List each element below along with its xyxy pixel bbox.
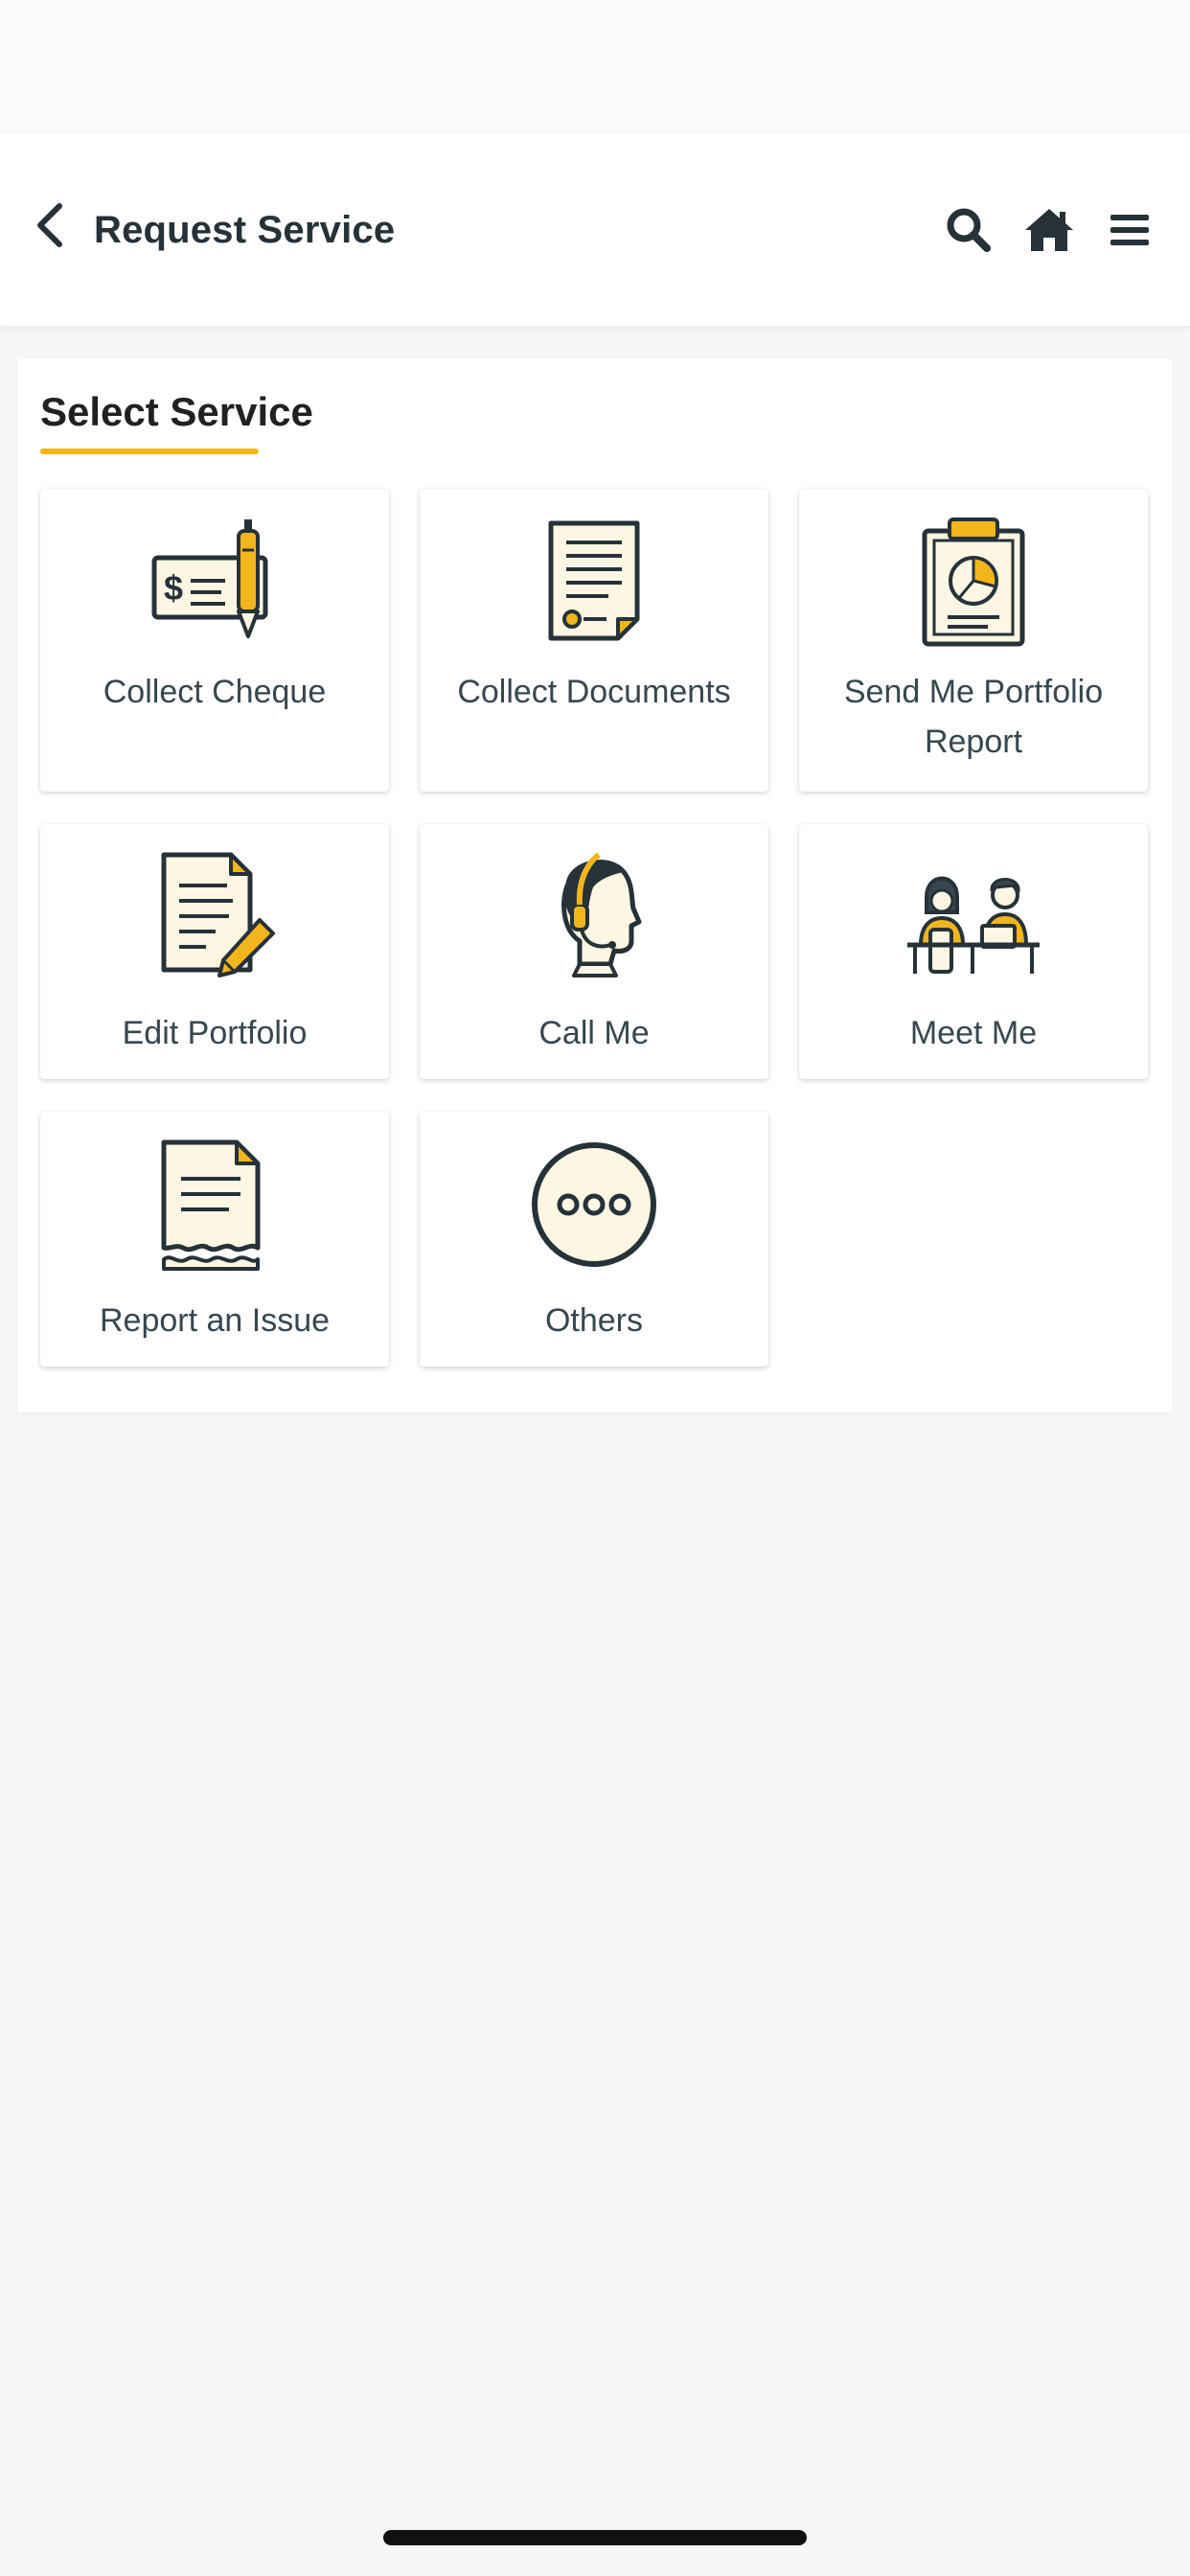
more-dots-icon [532, 1142, 656, 1267]
hamburger-menu-icon [1110, 215, 1149, 245]
service-label: Report an Issue [99, 1302, 331, 1339]
service-label: Call Me [538, 1015, 650, 1051]
page-title: Request Service [94, 209, 396, 251]
service-tile-meet-me[interactable]: Meet Me [799, 824, 1148, 1079]
service-tile-portfolio-report[interactable]: Send Me Portfolio Report [799, 489, 1148, 792]
service-tile-collect-cheque[interactable]: $ Collect Cheque [40, 489, 389, 792]
section-underline [40, 448, 259, 454]
service-label: Collect Documents [457, 674, 731, 710]
service-label: Collect Cheque [103, 674, 327, 710]
search-button[interactable] [943, 204, 995, 256]
torn-paper-icon [161, 1139, 261, 1271]
service-tile-edit-portfolio[interactable]: Edit Portfolio [40, 824, 389, 1079]
section-title: Select Service [40, 389, 313, 434]
select-service-panel: Select Service $ Collect Cheque Collect … [17, 358, 1173, 1413]
service-tile-report-issue[interactable]: Report an Issue [40, 1112, 389, 1367]
service-tile-call-me[interactable]: Call Me [420, 824, 768, 1079]
service-label: Send Me Portfolio Report [843, 674, 1104, 760]
home-icon [1025, 209, 1073, 251]
svg-text:$: $ [164, 568, 183, 608]
status-bar [0, 0, 1190, 134]
app-header: Request Service [0, 134, 1190, 326]
headset-agent-icon [561, 852, 642, 978]
service-label: Edit Portfolio [122, 1015, 308, 1051]
cheque-pen-icon: $ [151, 519, 268, 638]
service-tile-collect-documents[interactable]: Collect Documents [420, 489, 768, 792]
document-icon [548, 520, 640, 641]
home-indicator [383, 2530, 807, 2545]
edit-document-pencil-icon [161, 852, 275, 978]
service-tile-others[interactable]: Others [420, 1112, 768, 1367]
search-icon [947, 208, 991, 252]
header-actions [943, 201, 1156, 259]
service-label: Others [544, 1302, 644, 1339]
service-label: Meet Me [909, 1015, 1038, 1051]
meeting-people-icon [907, 876, 1040, 974]
back-button[interactable] [21, 192, 79, 259]
home-button[interactable] [1023, 204, 1075, 256]
clipboard-pie-chart-icon [922, 518, 1025, 647]
menu-button[interactable] [1104, 204, 1156, 256]
back-chevron-icon [37, 203, 62, 247]
